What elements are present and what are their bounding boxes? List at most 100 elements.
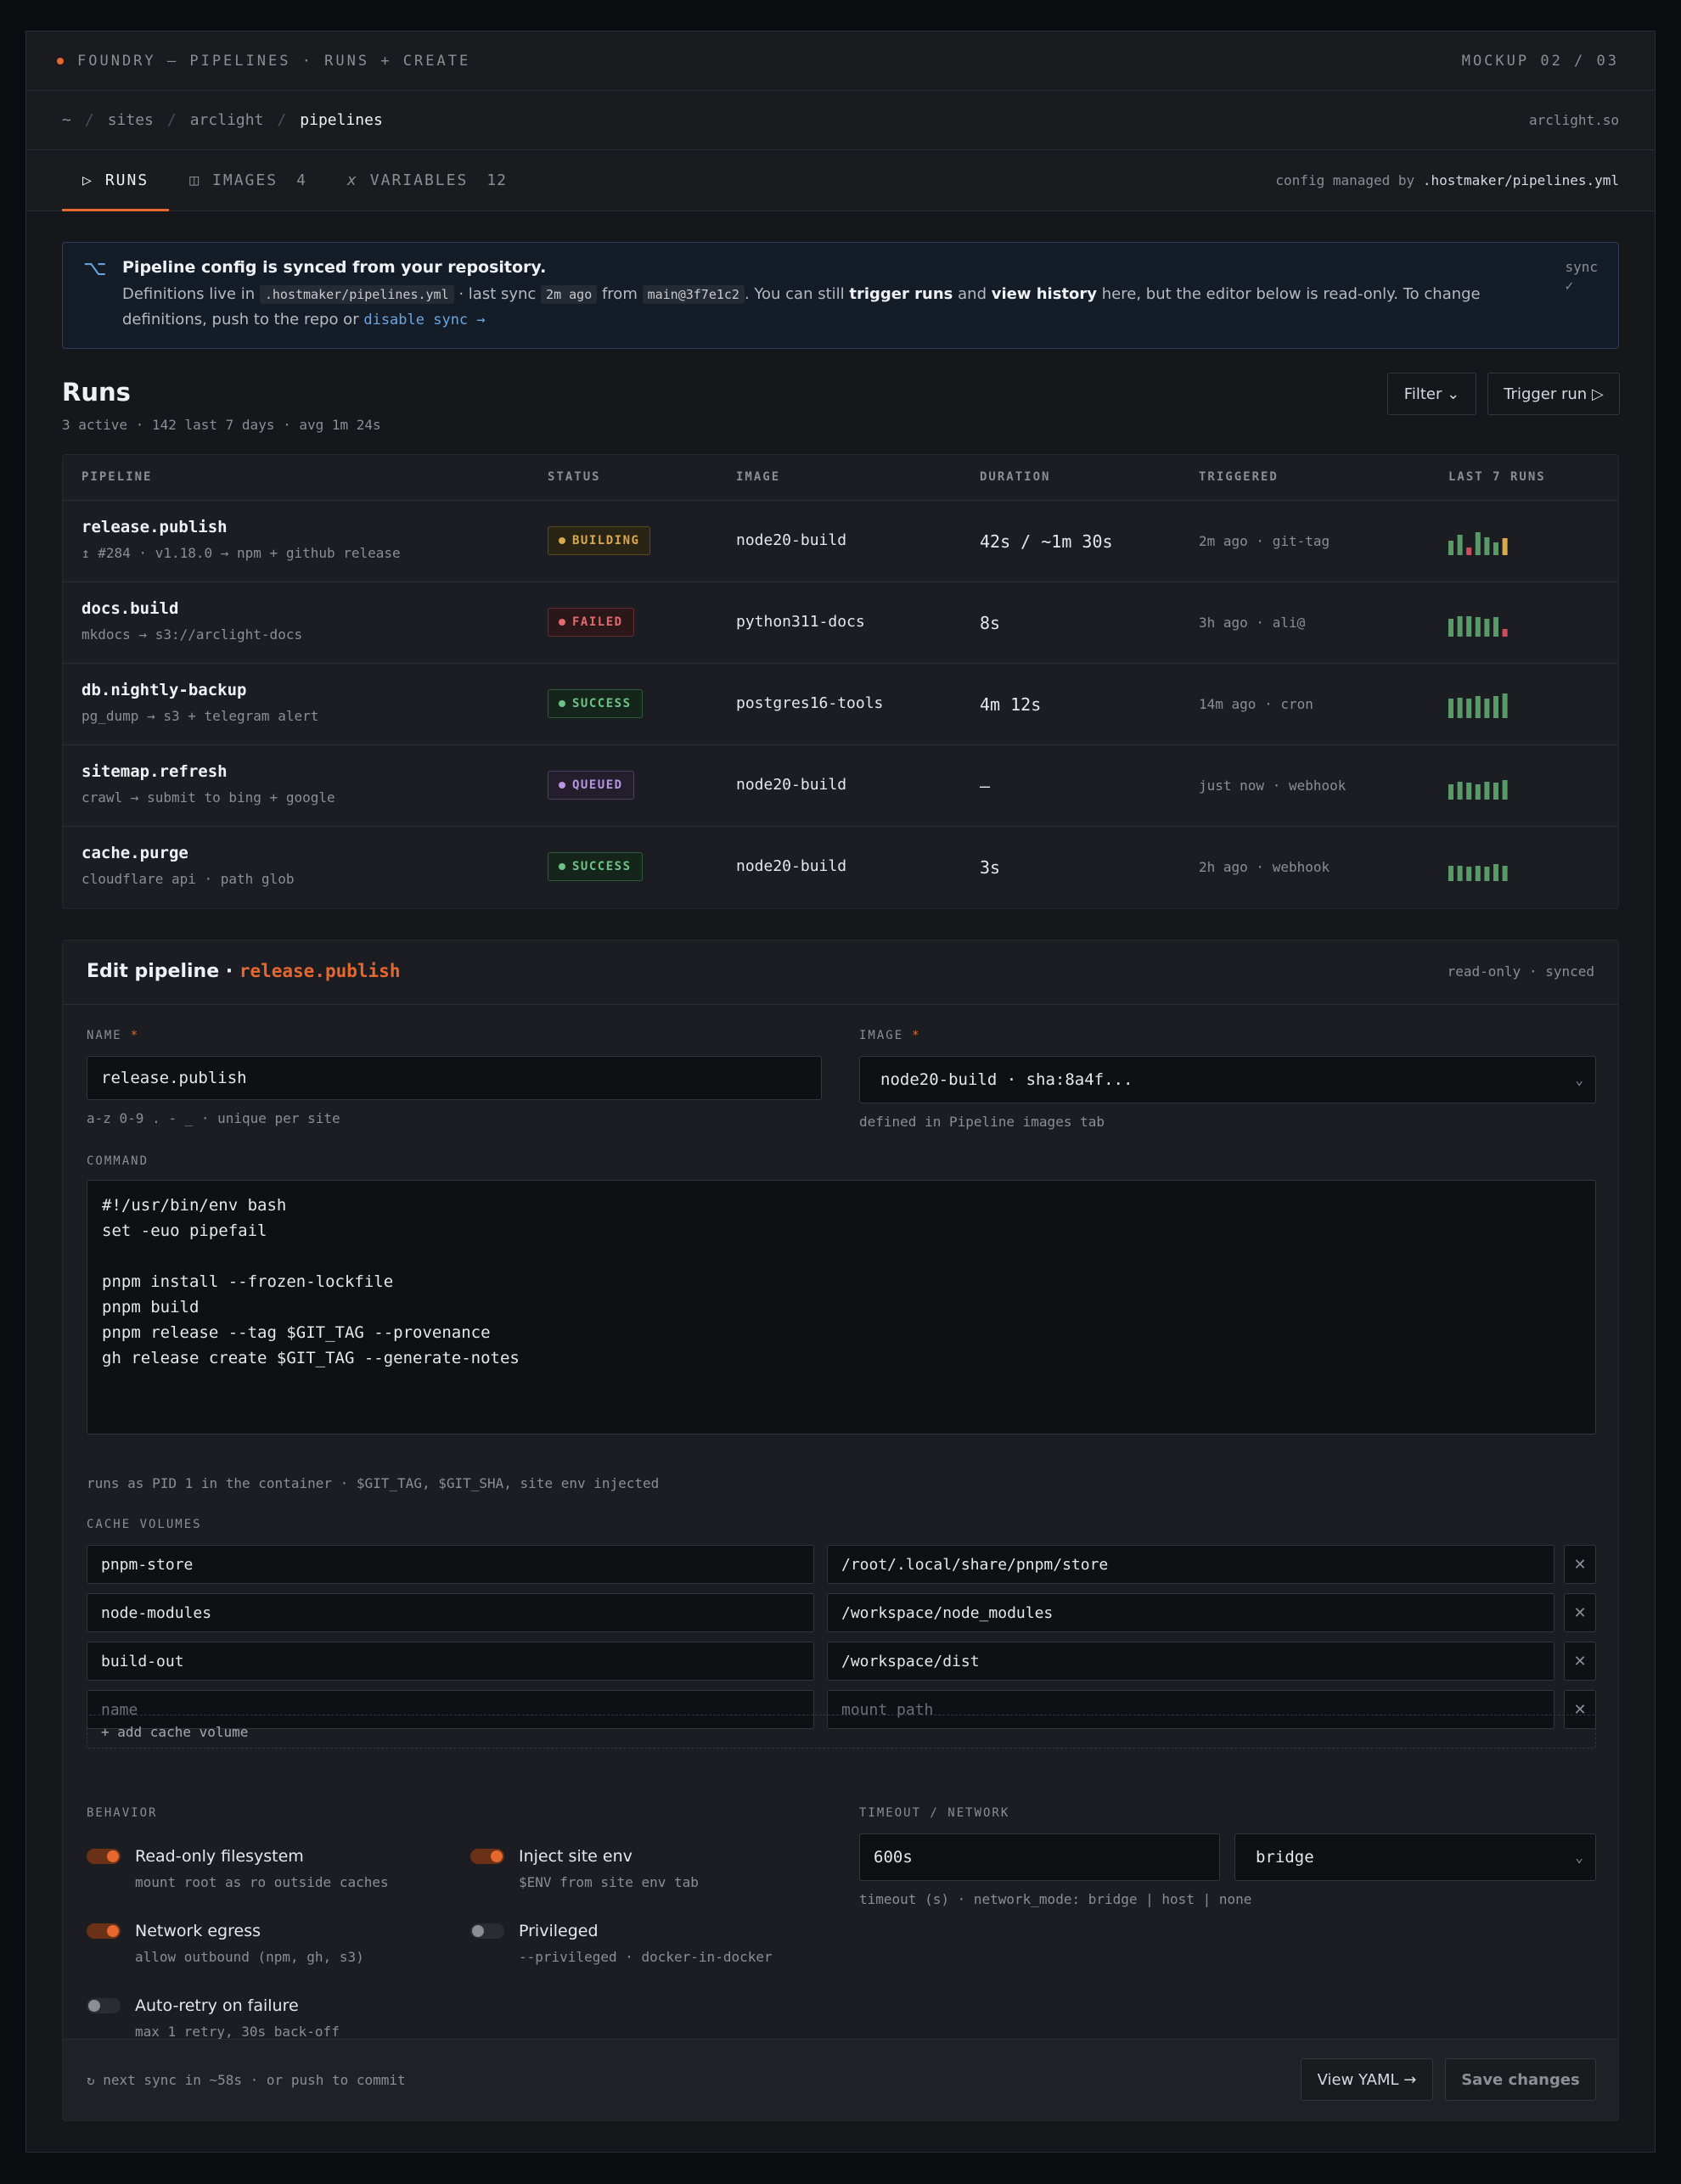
tab-runs[interactable]: ▷ RUNS (62, 150, 170, 211)
timeout-network-label: TIMEOUT / NETWORK (859, 1806, 1010, 1820)
volume-name-input[interactable]: build-out (87, 1642, 814, 1681)
volume-path-input[interactable]: /workspace/node_modules (827, 1593, 1555, 1632)
remove-volume-button[interactable]: ✕ (1564, 1642, 1596, 1681)
filter-button[interactable]: Filter ⌄ (1387, 373, 1476, 415)
trigger-run-button[interactable]: Trigger run ▷ (1487, 373, 1620, 415)
behavior-label: BEHAVIOR (87, 1806, 158, 1820)
pipeline-name[interactable]: sitemap.refresh (82, 762, 228, 781)
save-changes-button[interactable]: Save changes (1445, 2058, 1596, 2101)
table-row[interactable]: sitemap.refresh crawl → submit to bing +… (63, 745, 1618, 827)
behavior-description: max 1 retry, 30s back-off (135, 2024, 340, 2040)
sync-label: sync (1565, 259, 1598, 275)
status-text: SUCCESS (572, 860, 632, 873)
image-hint: defined in Pipeline images tab (859, 1114, 1105, 1130)
volume-path-input[interactable]: /root/.local/share/pnpm/store (827, 1545, 1555, 1584)
sparkline-chart (1448, 616, 1508, 637)
breadcrumb-arclight[interactable]: arclight (190, 111, 264, 129)
volume-name-input[interactable]: node-modules (87, 1593, 814, 1632)
sparkline-chart (1448, 780, 1508, 800)
view-yaml-button[interactable]: View YAML → (1301, 2058, 1433, 2101)
pipeline-name[interactable]: db.nightly-backup (82, 681, 246, 699)
remove-volume-button[interactable]: ✕ (1564, 1545, 1596, 1584)
run-image: node20-build (736, 531, 847, 549)
table-row[interactable]: docs.build mkdocs → s3://arclight-docs F… (63, 582, 1618, 664)
chevron-down-icon: ⌄ (1575, 1849, 1583, 1866)
table-row[interactable]: db.nightly-backup pg_dump → s3 + telegra… (63, 664, 1618, 745)
timeout-input[interactable]: 600s (859, 1833, 1220, 1881)
behavior-toggle[interactable] (470, 1923, 504, 1939)
behavior-toggle[interactable] (87, 1998, 121, 2013)
tab-bar: ▷ RUNS ◫ IMAGES 4 x VARIABLES 12 config … (26, 150, 1655, 211)
name-hint: a-z 0-9 . - _ · unique per site (87, 1110, 340, 1126)
status-badge: QUEUED (548, 771, 634, 800)
breadcrumb-separator: / (277, 111, 287, 129)
behavior-toggle[interactable] (87, 1849, 121, 1864)
behavior-toggle[interactable] (470, 1849, 504, 1864)
command-editor[interactable]: #!/usr/bin/env bash set -euo pipefail pn… (87, 1180, 1596, 1434)
disable-sync-link[interactable]: disable sync → (363, 312, 485, 328)
column-header: TRIGGERED (1199, 470, 1279, 484)
run-duration: — (980, 776, 991, 796)
run-image: node20-build (736, 776, 847, 794)
image-label: IMAGE * (859, 1029, 921, 1042)
edit-pipeline-panel: Edit pipeline · release.publish read-onl… (62, 940, 1619, 2121)
name-input[interactable]: release.publish (87, 1056, 822, 1100)
last-7-runs-sparkline (1448, 530, 1516, 555)
tab-variables[interactable]: x VARIABLES 12 (327, 150, 527, 211)
sparkline-bar (1457, 535, 1463, 555)
config-note-prefix: config managed by (1275, 172, 1415, 188)
tab-count: 4 (296, 171, 306, 189)
image-select-value: node20-build · sha:8a4f... (880, 1070, 1133, 1089)
pipeline-description: mkdocs → s3://arclight-docs (82, 626, 303, 643)
required-marker: * (130, 1029, 140, 1042)
sparkline-bar (1475, 532, 1481, 555)
sparkline-bar (1475, 784, 1481, 800)
pipeline-name[interactable]: docs.build (82, 599, 178, 618)
sparkline-bar (1475, 696, 1481, 718)
last-7-runs-sparkline (1448, 611, 1516, 637)
table-row[interactable]: cache.purge cloudflare api · path glob S… (63, 827, 1618, 908)
app-title: FOUNDRY — PIPELINES · RUNS + CREATE (77, 52, 471, 70)
editor-header: Edit pipeline · release.publish read-onl… (63, 940, 1618, 1005)
pipeline-name[interactable]: release.publish (82, 518, 228, 536)
status-dot-icon (57, 57, 64, 65)
table-row[interactable]: release.publish ↥ #284 · v1.18.0 → npm +… (63, 501, 1618, 582)
check-icon: ✓ (1565, 278, 1574, 294)
status-badge: FAILED (548, 608, 634, 637)
image-label-text: IMAGE (859, 1029, 904, 1042)
sparkline-chart (1448, 693, 1508, 718)
sparkline-bar (1493, 783, 1498, 800)
volume-name-input[interactable]: pnpm-store (87, 1545, 814, 1584)
run-image: postgres16-tools (736, 694, 884, 712)
column-header: IMAGE (736, 470, 781, 484)
sparkline-bar (1502, 866, 1508, 881)
breadcrumb: ~ / sites / arclight / pipelines (62, 111, 383, 129)
sync-status: sync ✓ (1565, 258, 1598, 295)
name-label-text: NAME (87, 1029, 122, 1042)
network-mode-select[interactable]: bridge ⌄ (1234, 1833, 1596, 1881)
volume-path-input[interactable]: /workspace/dist (827, 1642, 1555, 1681)
tab-images[interactable]: ◫ IMAGES 4 (169, 150, 327, 211)
name-label: NAME * (87, 1029, 139, 1042)
status-dot-icon (559, 537, 565, 544)
last-7-runs-sparkline (1448, 774, 1516, 800)
sparkline-chart (1448, 864, 1508, 881)
banner-text-part: Definitions live in (122, 285, 256, 303)
sparkline-bar (1466, 867, 1472, 881)
sparkline-chart (1448, 532, 1508, 555)
breadcrumb-sites[interactable]: sites (108, 111, 154, 129)
pipeline-description: ↥ #284 · v1.18.0 → npm + github release (82, 545, 401, 561)
add-cache-volume-button[interactable]: + add cache volume (87, 1715, 1596, 1749)
site-domain[interactable]: arclight.so (1529, 112, 1619, 128)
image-select[interactable]: node20-build · sha:8a4f... ⌄ (859, 1056, 1596, 1103)
required-marker: * (912, 1029, 921, 1042)
sparkline-bar (1448, 784, 1453, 800)
remove-volume-button[interactable]: ✕ (1564, 1593, 1596, 1632)
breadcrumb-separator: / (166, 111, 177, 129)
status-dot-icon (559, 863, 565, 870)
breadcrumb-bar: ~ / sites / arclight / pipelines arcligh… (26, 91, 1655, 150)
pipeline-name[interactable]: cache.purge (82, 844, 188, 862)
sparkline-bar (1466, 547, 1472, 555)
breadcrumb-home[interactable]: ~ (62, 111, 71, 129)
behavior-toggle[interactable] (87, 1923, 121, 1939)
